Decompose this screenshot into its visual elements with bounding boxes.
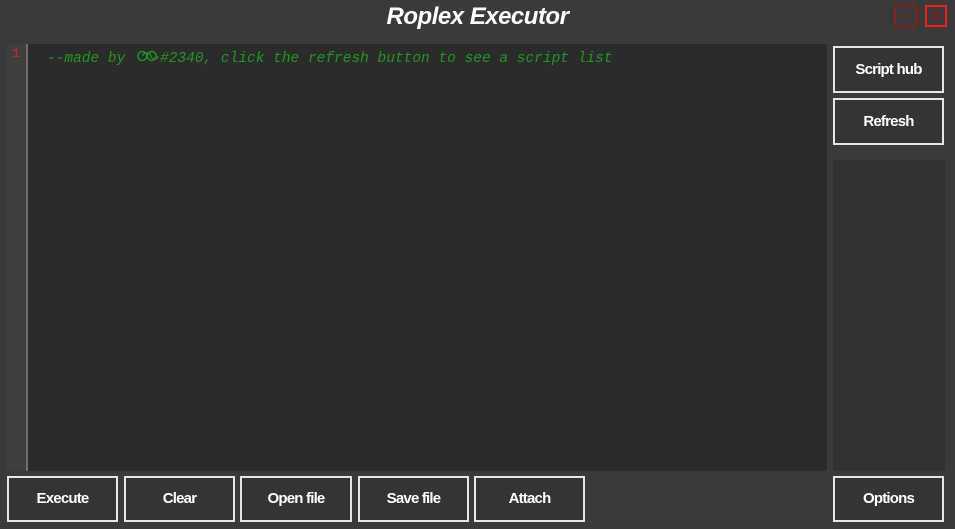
line-number-gutter: 1: [7, 44, 28, 471]
clear-button[interactable]: Clear: [124, 476, 235, 522]
minimize-button[interactable]: -: [895, 5, 917, 27]
script-list-panel[interactable]: [833, 160, 945, 471]
code-text-after: #2340, click the refresh button to see a…: [160, 51, 613, 67]
open-file-button[interactable]: Open file: [240, 476, 352, 522]
code-text-before: --made by: [47, 51, 135, 67]
attach-button[interactable]: Attach: [474, 476, 585, 522]
executor-window: Roplex Executor - X 1 --made by #2340, c…: [0, 0, 955, 529]
save-file-button[interactable]: Save file: [358, 476, 469, 522]
execute-button[interactable]: Execute: [7, 476, 118, 522]
infinity-logo-icon: [137, 50, 159, 62]
line-number: 1: [12, 46, 20, 61]
close-button[interactable]: X: [925, 5, 947, 27]
options-button[interactable]: Options: [833, 476, 944, 522]
script-hub-button[interactable]: Script hub: [833, 46, 944, 93]
code-line[interactable]: --made by #2340, click the refresh butto…: [47, 48, 613, 67]
window-title: Roplex Executor: [386, 3, 569, 30]
refresh-button[interactable]: Refresh: [833, 98, 944, 145]
script-editor[interactable]: 1 --made by #2340, click the refresh but…: [7, 44, 827, 471]
